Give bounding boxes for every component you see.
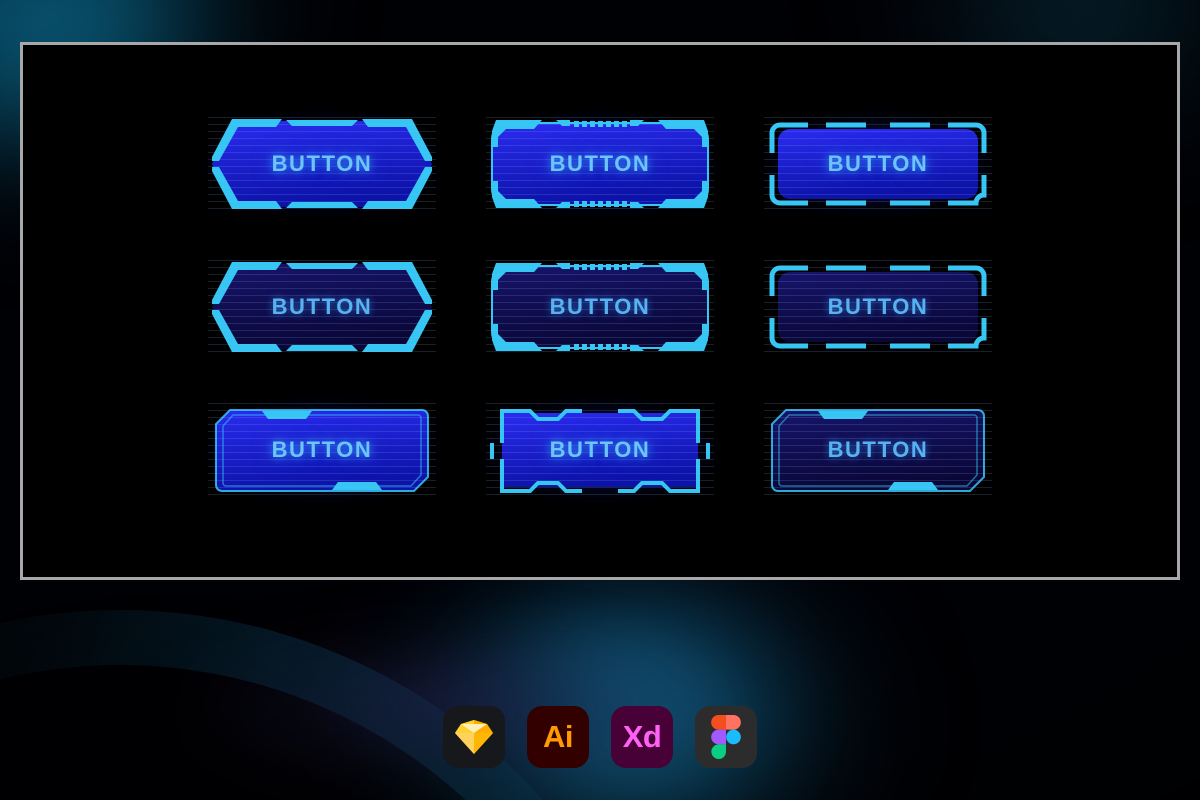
btn-r1c3[interactable]: BUTTON (764, 117, 992, 212)
button-cell: BUTTON (183, 236, 461, 379)
btn-r3c1[interactable]: BUTTON (208, 402, 436, 497)
button-grid: BUTTON BUTTON BUTTON BUTTON BUTTON BUTTO… (23, 45, 1177, 577)
showcase-panel: BUTTON BUTTON BUTTON BUTTON BUTTON BUTTO… (20, 42, 1180, 580)
button-cell: BUTTON (739, 378, 1017, 521)
rounded-dash-frame (491, 262, 709, 351)
app-icon-illustrator[interactable]: Ai (527, 706, 589, 768)
btn-r3c2[interactable]: BUTTON (486, 402, 714, 497)
btn-r2c1[interactable]: BUTTON (208, 259, 436, 354)
button-cell: BUTTON (739, 93, 1017, 236)
hex-bracket-frame (212, 119, 432, 210)
btn-r3c3[interactable]: BUTTON (764, 402, 992, 497)
button-cell: BUTTON (183, 93, 461, 236)
button-cell: BUTTON (461, 378, 739, 521)
cut-corner-tab-frame (215, 408, 429, 492)
button-cell: BUTTON (183, 378, 461, 521)
figma-icon (711, 715, 741, 759)
hex-bracket-frame (212, 261, 432, 352)
btn-r1c1[interactable]: BUTTON (208, 117, 436, 212)
app-icon-dock: Ai Xd (0, 706, 1200, 770)
button-cell: BUTTON (461, 93, 739, 236)
app-icon-figma[interactable] (695, 706, 757, 768)
app-icon-label-ai: Ai (543, 719, 574, 754)
corner-bracket-frame (769, 122, 987, 206)
app-icon-sketch[interactable] (443, 706, 505, 768)
btn-r2c2[interactable]: BUTTON (486, 259, 714, 354)
sketch-diamond-icon (455, 720, 493, 754)
app-icon-xd[interactable]: Xd (611, 706, 673, 768)
button-cell: BUTTON (739, 236, 1017, 379)
app-icon-label-xd: Xd (622, 719, 662, 754)
btn-r2c3[interactable]: BUTTON (764, 259, 992, 354)
corner-bracket-frame (769, 265, 987, 349)
button-cell: BUTTON (461, 236, 739, 379)
cut-corner-tab-frame (771, 408, 985, 492)
notch-bracket-frame (490, 408, 710, 493)
rounded-dash-frame (491, 120, 709, 209)
btn-r1c2[interactable]: BUTTON (486, 117, 714, 212)
